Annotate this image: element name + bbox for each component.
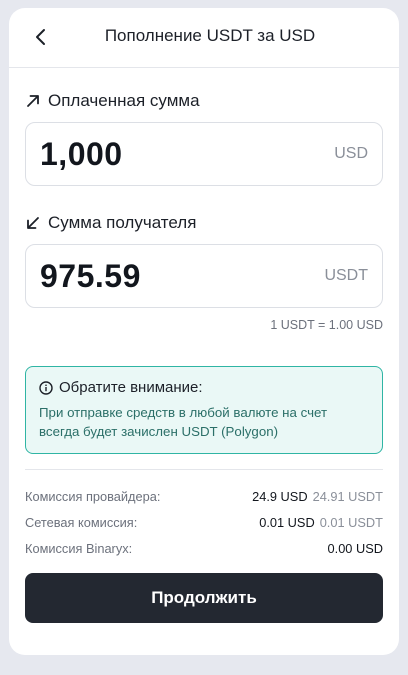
exchange-rate: 1 USDT = 1.00 USD xyxy=(270,318,383,332)
notice-title: Обратите внимание: xyxy=(59,379,203,396)
notice-box: Обратите внимание: При отправке средств … xyxy=(25,366,383,454)
fee-label: Комиссия провайдера: xyxy=(25,488,161,504)
received-amount-input[interactable]: 975.59 USDT xyxy=(25,244,383,308)
fee-row-binaryx: Комиссия Binaryx: 0.00 USD xyxy=(25,539,383,557)
fee-row-network: Сетевая комиссия: 0.01 USD 0.01 USDT xyxy=(25,513,383,531)
fee-alt-value: 0.01 USDT xyxy=(319,514,383,530)
received-amount-value: 975.59 xyxy=(40,257,141,294)
info-icon xyxy=(39,380,53,395)
fee-values: 0.00 USD xyxy=(328,541,383,556)
fee-main-value: 24.9 USD xyxy=(252,488,308,504)
deposit-card: Пополнение USDT за USD Оплаченная сумма … xyxy=(9,8,399,655)
fee-row-provider: Комиссия провайдера: 24.9 USD 24.91 USDT xyxy=(25,487,383,505)
paid-amount-label: Оплаченная сумма xyxy=(26,91,200,111)
fee-values: 0.01 USD 0.01 USDT xyxy=(259,515,383,530)
paid-amount-value: 1,000 xyxy=(40,135,123,172)
continue-button[interactable]: Продолжить xyxy=(25,573,383,623)
paid-label-text: Оплаченная сумма xyxy=(48,91,200,110)
notice-header: Обратите внимание: xyxy=(39,379,369,396)
fee-main-value: 0.00 USD xyxy=(327,540,383,556)
divider xyxy=(25,469,383,470)
arrow-down-left-icon xyxy=(26,216,40,230)
paid-amount-input[interactable]: 1,000 USD xyxy=(25,122,383,186)
fee-main-value: 0.01 USD xyxy=(259,514,315,530)
received-currency: USDT xyxy=(324,267,368,284)
received-amount-label: Сумма получателя xyxy=(26,213,196,233)
fee-alt-value: 24.91 USDT xyxy=(312,488,383,504)
received-label-text: Сумма получателя xyxy=(48,213,197,232)
notice-text: При отправке средств в любой валюте на с… xyxy=(39,405,328,439)
fee-label: Сетевая комиссия: xyxy=(25,514,138,530)
arrow-up-right-icon xyxy=(26,94,40,108)
fee-values: 24.9 USD 24.91 USDT xyxy=(252,489,383,504)
page-title: Пополнение USDT за USD xyxy=(104,26,316,45)
fee-label: Комиссия Binaryx: xyxy=(25,540,133,556)
header: Пополнение USDT за USD xyxy=(9,8,399,68)
paid-currency: USD xyxy=(334,145,368,162)
